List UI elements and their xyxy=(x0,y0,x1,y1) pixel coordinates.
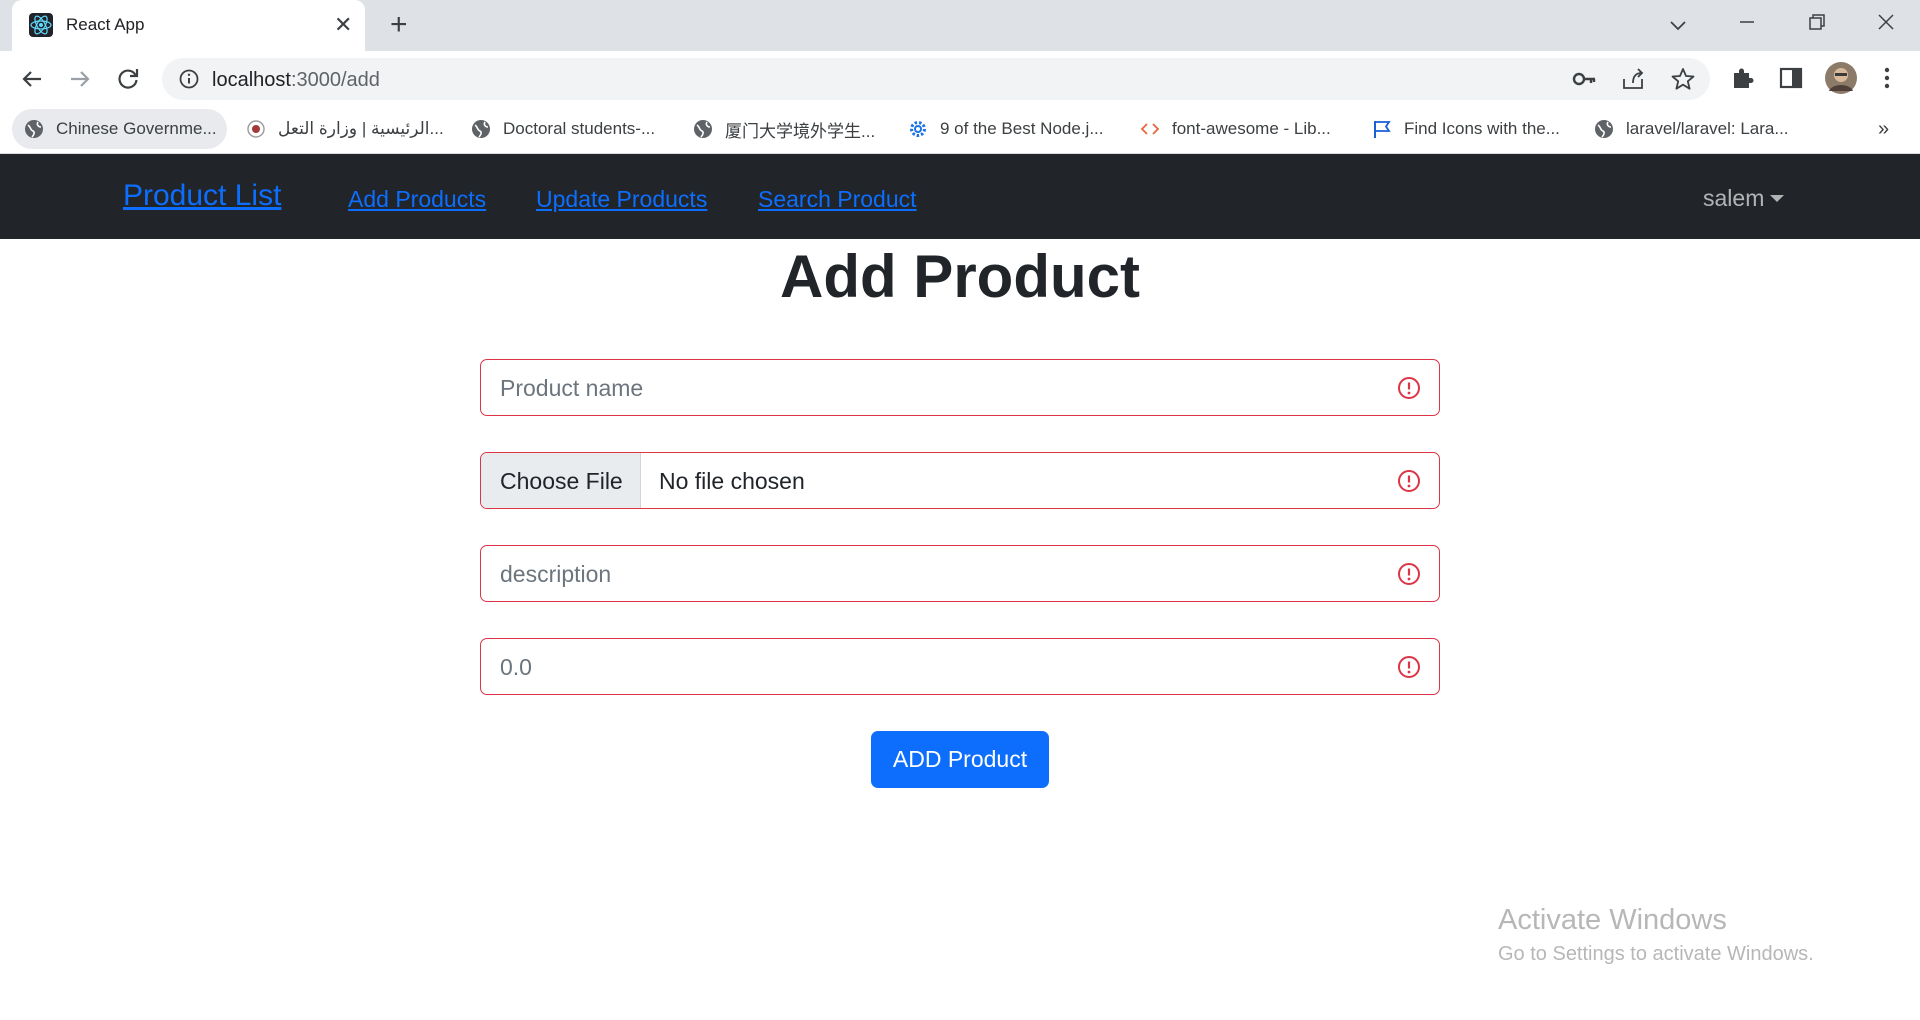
bookmark-label: Doctoral students-... xyxy=(503,119,656,138)
url-host: localhost xyxy=(212,69,291,91)
bookmark-item[interactable]: Find Icons with the... xyxy=(1372,109,1560,149)
page-title: Add Product xyxy=(780,243,1140,310)
site-info-icon[interactable] xyxy=(178,68,200,95)
brand-link[interactable]: Product List xyxy=(123,179,281,213)
product-name-placeholder: Product name xyxy=(500,375,644,401)
flag-icon xyxy=(1374,121,1391,138)
bookmark-item[interactable]: 9 of the Best Node.j... xyxy=(908,109,1103,149)
globe-icon xyxy=(694,120,712,138)
caret-down-icon xyxy=(1770,195,1785,202)
globe-icon xyxy=(1595,120,1613,138)
password-key-icon[interactable] xyxy=(1571,67,1597,96)
new-tab-icon[interactable]: + xyxy=(390,9,408,41)
url-text: localhost:3000/add xyxy=(212,69,380,92)
nav-add-products[interactable]: Add Products xyxy=(348,186,486,213)
tab-title: React App xyxy=(66,15,145,34)
nav-search-product[interactable]: Search Product xyxy=(758,186,917,213)
restore-icon[interactable] xyxy=(1796,8,1836,44)
react-favicon-icon xyxy=(29,13,53,37)
bookmark-label: Find Icons with the... xyxy=(1404,119,1560,138)
bookmark-item[interactable]: font-awesome - Lib... xyxy=(1140,109,1331,149)
gear-icon xyxy=(910,121,926,137)
watermark-subtitle: Go to Settings to activate Windows. xyxy=(1498,943,1814,965)
user-name: salem xyxy=(1703,185,1765,211)
file-input[interactable]: Choose File No file chosen xyxy=(480,452,1440,509)
error-icon xyxy=(1398,470,1420,492)
extensions-icon[interactable] xyxy=(1728,63,1758,93)
activate-windows-watermark: Activate Windows Go to Settings to activ… xyxy=(1498,904,1814,966)
bookmark-label: 厦门大学境外学生... xyxy=(725,121,876,141)
bookmark-star-icon[interactable] xyxy=(1670,66,1696,97)
share-icon[interactable] xyxy=(1620,67,1646,96)
back-icon[interactable] xyxy=(16,63,48,95)
bookmark-label: الرئيسية | وزارة التعل... xyxy=(278,119,444,138)
watermark-title: Activate Windows xyxy=(1498,904,1727,936)
app-navbar: Product List Add Products Update Product… xyxy=(0,154,1920,239)
choose-file-label: Choose File xyxy=(500,468,623,494)
error-icon xyxy=(1398,656,1420,678)
bookmark-label: 9 of the Best Node.j... xyxy=(940,119,1104,138)
bookmark-label: Chinese Governme... xyxy=(56,119,217,138)
minimize-icon[interactable] xyxy=(1727,8,1767,44)
globe-icon xyxy=(472,120,490,138)
price-placeholder: 0.0 xyxy=(500,654,532,680)
side-panel-icon[interactable] xyxy=(1776,63,1806,93)
bookmark-item[interactable]: الرئيسية | وزارة التعل... xyxy=(246,109,444,149)
browser-tab[interactable]: React App ✕ xyxy=(12,0,365,51)
globe-icon xyxy=(25,120,43,138)
price-input[interactable]: 0.0 xyxy=(480,638,1440,695)
more-bookmarks-chevron[interactable]: » xyxy=(1878,118,1889,141)
file-status-text: No file chosen xyxy=(659,468,805,494)
tab-close-icon[interactable]: ✕ xyxy=(334,13,352,37)
bookmarks-bar: Chinese Governme... الرئيسية | وزارة الت… xyxy=(0,106,1920,154)
address-bar[interactable]: localhost:3000/add xyxy=(162,58,1710,100)
bookmark-item[interactable]: Chinese Governme... xyxy=(12,109,227,149)
description-placeholder: description xyxy=(500,561,612,587)
error-icon xyxy=(1398,377,1420,399)
bookmark-label: laravel/laravel: Lara... xyxy=(1626,119,1789,138)
browser-tab-strip: React App ✕ + xyxy=(0,0,1920,51)
choose-file-button[interactable]: Choose File xyxy=(481,453,641,508)
url-path: :3000/add xyxy=(290,69,380,91)
tab-search-icon[interactable] xyxy=(1658,8,1698,44)
browser-toolbar: localhost:3000/add xyxy=(0,51,1920,106)
close-window-icon[interactable] xyxy=(1866,8,1906,44)
bookmark-item[interactable]: Doctoral students-... xyxy=(471,109,655,149)
description-input[interactable]: description xyxy=(480,545,1440,602)
nav-update-products[interactable]: Update Products xyxy=(536,186,707,213)
profile-avatar[interactable] xyxy=(1824,61,1858,95)
browser-menu-icon[interactable] xyxy=(1872,63,1902,93)
user-dropdown[interactable]: salem xyxy=(1703,185,1785,212)
forward-icon[interactable] xyxy=(64,63,96,95)
bookmark-item[interactable]: laravel/laravel: Lara... xyxy=(1594,109,1789,149)
error-icon xyxy=(1398,563,1420,585)
ministry-seal-icon xyxy=(247,120,265,138)
reload-icon[interactable] xyxy=(112,63,144,95)
bookmark-label: font-awesome - Lib... xyxy=(1172,119,1331,138)
add-product-button[interactable]: ADD Product xyxy=(871,731,1049,788)
code-brackets-icon xyxy=(1140,123,1160,135)
product-name-input[interactable]: Product name xyxy=(480,359,1440,416)
bookmark-item[interactable]: 厦门大学境外学生... xyxy=(693,109,875,149)
